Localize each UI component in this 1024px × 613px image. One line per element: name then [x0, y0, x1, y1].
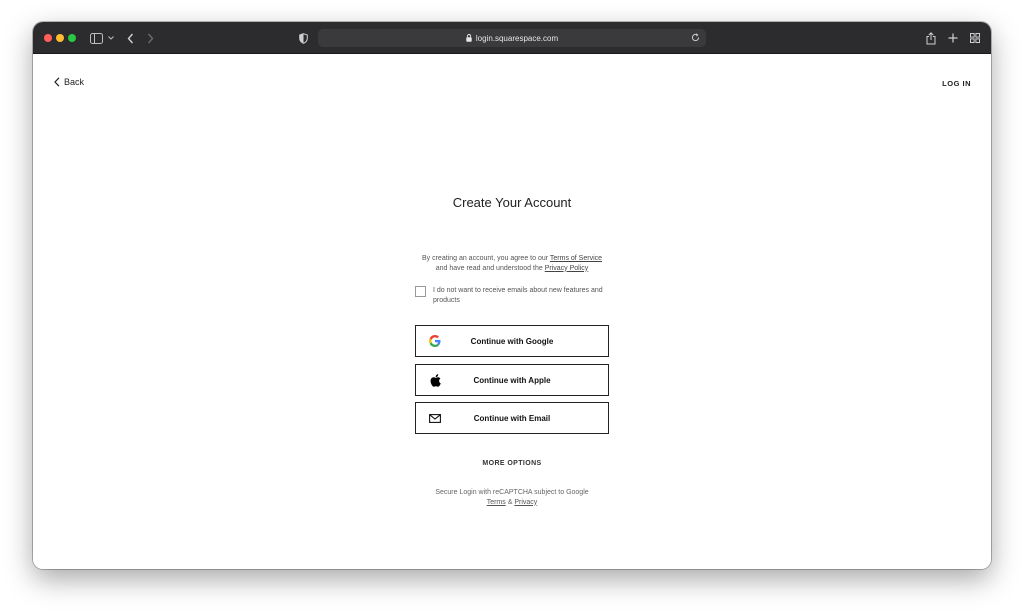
reload-icon[interactable]	[691, 33, 700, 44]
apple-icon	[428, 373, 442, 387]
chevron-down-icon[interactable]	[108, 30, 114, 46]
privacy-policy-link[interactable]: Privacy Policy	[545, 265, 589, 272]
lock-icon	[466, 34, 472, 42]
back-label: Back	[64, 77, 85, 87]
google-icon	[428, 334, 442, 348]
url-text: login.squarespace.com	[475, 33, 559, 43]
continue-with-apple-button[interactable]: Continue with Apple	[415, 364, 609, 396]
sidebar-icon[interactable]	[90, 30, 103, 46]
recaptcha-terms-link[interactable]: Terms	[487, 499, 506, 506]
terms-middle: and have read and understood the	[435, 264, 545, 272]
terms-of-service-link[interactable]: Terms of Service	[550, 255, 602, 262]
forward-arrow-icon[interactable]	[147, 30, 154, 46]
plus-icon[interactable]	[948, 30, 958, 46]
zoom-window-button[interactable]	[68, 34, 76, 42]
email-button-label: Continue with Email	[473, 413, 551, 423]
share-icon[interactable]	[926, 30, 936, 46]
back-link[interactable]: Back	[54, 77, 84, 87]
terms-notice: By creating an account, you agree to our…	[404, 254, 620, 273]
chevron-left-icon	[54, 77, 60, 87]
continue-with-email-button[interactable]: Continue with Email	[415, 402, 609, 434]
close-window-button[interactable]	[44, 34, 52, 42]
recaptcha-text: Secure Login with reCAPTCHA subject to G…	[435, 489, 589, 496]
browser-window: login.squarespace.com Back LOG IN Create…	[33, 22, 991, 569]
shield-icon[interactable]	[299, 30, 308, 46]
google-button-label: Continue with Google	[470, 336, 554, 346]
more-options-link[interactable]: MORE OPTIONS	[414, 460, 610, 467]
browser-toolbar: login.squarespace.com	[33, 22, 991, 54]
apple-button-label: Continue with Apple	[473, 375, 551, 385]
terms-prefix: By creating an account, you agree to our	[421, 255, 550, 262]
page-title: Create Your Account	[452, 195, 572, 210]
recaptcha-privacy-link[interactable]: Privacy	[514, 499, 537, 506]
recaptcha-notice: Secure Login with reCAPTCHA subject to G…	[404, 488, 620, 507]
email-optout: I do not want to receive emails about ne…	[415, 286, 615, 305]
mail-icon	[428, 411, 442, 425]
address-bar[interactable]: login.squarespace.com	[318, 29, 706, 47]
tab-overview-icon[interactable]	[970, 30, 980, 46]
back-arrow-icon[interactable]	[127, 30, 134, 46]
login-link[interactable]: LOG IN	[942, 79, 971, 88]
continue-with-google-button[interactable]: Continue with Google	[415, 325, 609, 357]
optout-label: I do not want to receive emails about ne…	[433, 287, 603, 304]
page-content: Back LOG IN Create Your Account By creat…	[33, 54, 991, 569]
optout-checkbox[interactable]	[415, 286, 426, 297]
minimize-window-button[interactable]	[56, 34, 64, 42]
